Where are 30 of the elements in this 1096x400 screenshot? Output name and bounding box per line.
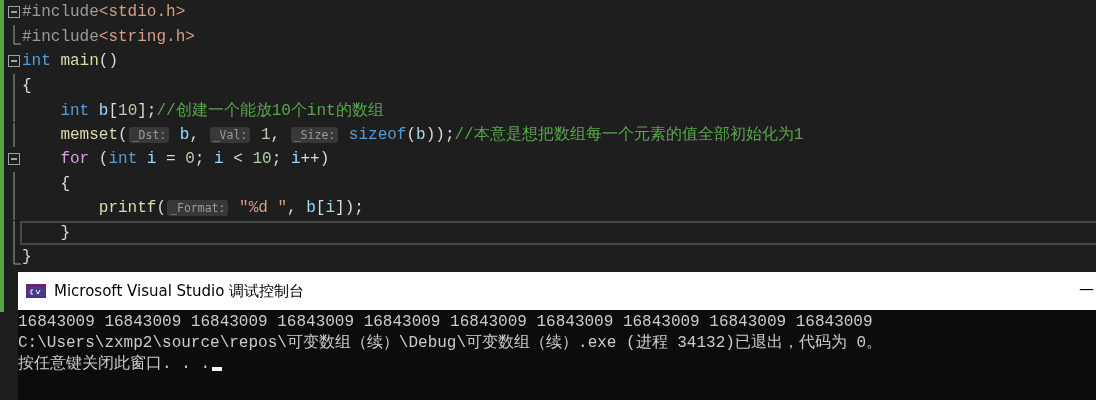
code-text: #include<string.h> [22, 27, 195, 46]
fold-end-line [13, 24, 21, 45]
code-text: } [22, 248, 32, 267]
code-text: int main() [22, 52, 119, 71]
window-title: Microsoft Visual Studio 调试控制台 [54, 281, 305, 301]
parameter-hint: _Dst: [128, 126, 170, 143]
console-line: 按任意键关闭此窗口. . . [18, 354, 210, 375]
console-line: 16843009 16843009 16843009 16843009 16843009 16843009 16843009 16843009 16843009 16843009 [18, 312, 873, 333]
code-text: "%d ", b[i]); [238, 199, 364, 218]
parameter-hint: _Size: [290, 126, 339, 143]
console-icon [26, 284, 46, 298]
code-text: { [59, 174, 70, 193]
collapse-icon[interactable] [8, 6, 20, 18]
code-text: } [59, 223, 70, 242]
code-text: for (int i = 0; i < 10; i++) [59, 150, 330, 169]
fold-end-line [13, 245, 21, 265]
console-line: C:\Users\zxmp2\source\repos\可变数组（续）\Debug\可变数组（续）.exe (进程 34132)已退出，代码为 0。 [18, 333, 883, 354]
parameter-hint: _Format: [167, 200, 229, 217]
minimize-button[interactable]: — [1079, 280, 1094, 298]
code-text: memset( [59, 125, 128, 144]
parameter-hint: _Val: [209, 126, 251, 143]
code-text: #include<stdio.h> [22, 3, 186, 22]
code-text: int b[10];//创建一个能放10个int的数组 [59, 100, 384, 121]
code-text: printf( [97, 199, 167, 218]
collapse-icon[interactable] [8, 153, 20, 165]
code-text: { [22, 76, 32, 95]
collapse-icon[interactable] [8, 55, 20, 67]
code-text: sizeof(b));//本意是想把数组每一个元素的值全部初始化为1 [347, 124, 804, 146]
code-text: b, [178, 125, 201, 144]
code-text: 1, [259, 125, 282, 144]
